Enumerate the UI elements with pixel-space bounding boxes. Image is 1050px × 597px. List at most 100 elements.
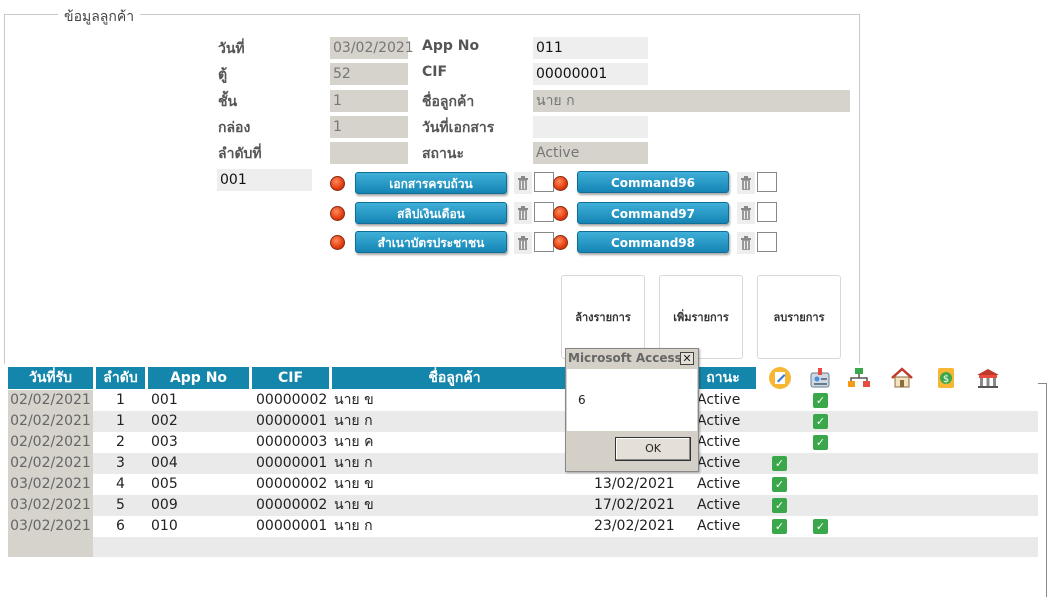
cif-field[interactable]: 00000001 [533,63,648,85]
trash-icon[interactable] [514,202,532,224]
svg-text:$: $ [943,374,949,385]
cell-app-no: 010 [151,518,178,534]
id-card-icon[interactable] [808,366,832,390]
trash-icon[interactable] [514,172,532,194]
trash-icon[interactable] [737,172,755,194]
cell-status: Active [697,413,741,429]
table-row[interactable]: 03/02/2021 5 009 00000002 นาย ข 17/02/2021 Act… [8,495,1038,516]
trash-icon[interactable] [514,232,532,254]
checkbox[interactable] [757,202,777,222]
salary-slip-button[interactable]: สลิปเงินเดือน [355,202,507,224]
col-header-cif: CIF [252,367,329,389]
clear-button[interactable]: ล้างรายการ [561,275,645,359]
bank-icon[interactable] [976,366,1000,390]
groupbox-title: ข้อมูลลูกค้า [58,6,141,28]
cell-customer-name: นาย ข [334,392,374,408]
id-copy-button[interactable]: สำเนาบัตรประชาชน [355,231,507,253]
command97-button[interactable]: Command97 [577,202,729,224]
new-row[interactable] [93,537,1038,557]
check-icon[interactable]: ✓ [772,456,787,471]
new-row-date-cell[interactable] [8,537,93,557]
check-icon[interactable]: ✓ [772,477,787,492]
shelf-field[interactable]: 1 [330,90,408,112]
trash-icon[interactable] [737,232,755,254]
customer-name-field[interactable]: นาย ก [533,90,850,112]
money-icon[interactable]: $ [934,366,958,390]
cell-seq: 4 [116,476,125,492]
record-no-field[interactable]: 001 [217,169,312,191]
cell-cif: 00000003 [256,434,328,450]
cell-date: 02/02/2021 [8,411,93,432]
cell-status: Active [697,455,741,471]
command98-button[interactable]: Command98 [577,231,729,253]
cell-date: 03/02/2021 [8,495,93,516]
table-row[interactable]: 02/02/2021 2 003 00000003 นาย ค Active ✓ [8,432,1038,453]
cell-app-no: 001 [151,392,178,408]
label-box: กล่อง [218,120,251,136]
delete-button[interactable]: ลบรายการ [757,275,841,359]
checkbox[interactable] [534,232,554,252]
cell-cif: 00000001 [256,413,328,429]
message-dialog: Microsoft Access ✕ 6 OK [565,348,699,472]
cell-customer-name: นาย ก [334,455,373,471]
command96-button[interactable]: Command96 [577,171,729,193]
table-row[interactable]: 03/02/2021 4 005 00000002 นาย ข 13/02/2021 Act… [8,474,1038,495]
check-icon[interactable]: ✓ [813,393,828,408]
doc-date-field[interactable] [533,116,648,138]
check-icon[interactable]: ✓ [813,435,828,450]
indicator-dot [330,206,345,221]
cabinet-field[interactable]: 52 [330,63,408,85]
cell-date: 02/02/2021 [8,453,93,474]
scroll-divider-tick [1038,383,1046,384]
cell-date: 03/02/2021 [8,516,93,537]
label-cabinet: ตู้ [218,67,228,83]
col-header-date: วันที่รับ [8,367,93,389]
cell-app-no: 005 [151,476,178,492]
home-icon[interactable] [890,366,914,390]
date-field[interactable]: 03/02/2021 [330,37,414,59]
cell-seq: 3 [116,455,125,471]
box-field[interactable]: 1 [330,116,408,138]
order-field[interactable] [330,142,408,164]
trash-icon[interactable] [737,202,755,224]
label-date: วันที่ [218,41,245,57]
cell-customer-name: นาย ข [334,476,374,492]
add-button[interactable]: เพิ่มรายการ [659,275,743,359]
checkbox[interactable] [757,232,777,252]
cell-cif: 00000002 [256,392,328,408]
cell-doc-date: 17/02/2021 [594,497,675,513]
close-icon[interactable]: ✕ [680,352,694,365]
checkbox[interactable] [534,202,554,222]
col-header-customer-name: ชื่อลูกค้า [332,367,577,389]
cell-date: 03/02/2021 [8,474,93,495]
label-doc-date: วันที่เอกสาร [422,120,495,136]
indicator-dot [330,176,345,191]
app-no-field[interactable]: 011 [533,37,648,59]
dialog-title: Microsoft Access [568,351,682,365]
cell-status: Active [697,497,741,513]
indicator-dot [330,235,345,250]
network-icon[interactable] [847,366,871,390]
ok-button[interactable]: OK [615,437,691,461]
status-field[interactable]: Active [533,142,648,164]
cell-seq: 1 [116,392,125,408]
cell-app-no: 004 [151,455,178,471]
check-icon[interactable]: ✓ [772,519,787,534]
cell-customer-name: นาย ก [334,413,373,429]
checkbox[interactable] [534,172,554,192]
check-icon[interactable]: ✓ [772,498,787,513]
checkbox[interactable] [757,172,777,192]
edit-note-icon[interactable] [768,366,792,390]
table-row[interactable]: 03/02/2021 6 010 00000001 นาย ก 23/02/2021 Act… [8,516,1038,537]
doc-complete-button[interactable]: เอกสารครบถ้วน [355,172,507,194]
table-row[interactable]: 02/02/2021 1 001 00000002 นาย ข Active ✓ [8,390,1038,411]
cell-app-no: 009 [151,497,178,513]
check-icon[interactable]: ✓ [813,519,828,534]
scroll-divider [1046,383,1047,597]
check-icon[interactable]: ✓ [813,414,828,429]
cell-seq: 1 [116,413,125,429]
cell-cif: 00000002 [256,476,328,492]
table-row[interactable]: 02/02/2021 3 004 00000001 นาย ก Active ✓ [8,453,1038,474]
table-row[interactable]: 02/02/2021 1 002 00000001 นาย ก Active ✓ [8,411,1038,432]
cell-app-no: 002 [151,413,178,429]
